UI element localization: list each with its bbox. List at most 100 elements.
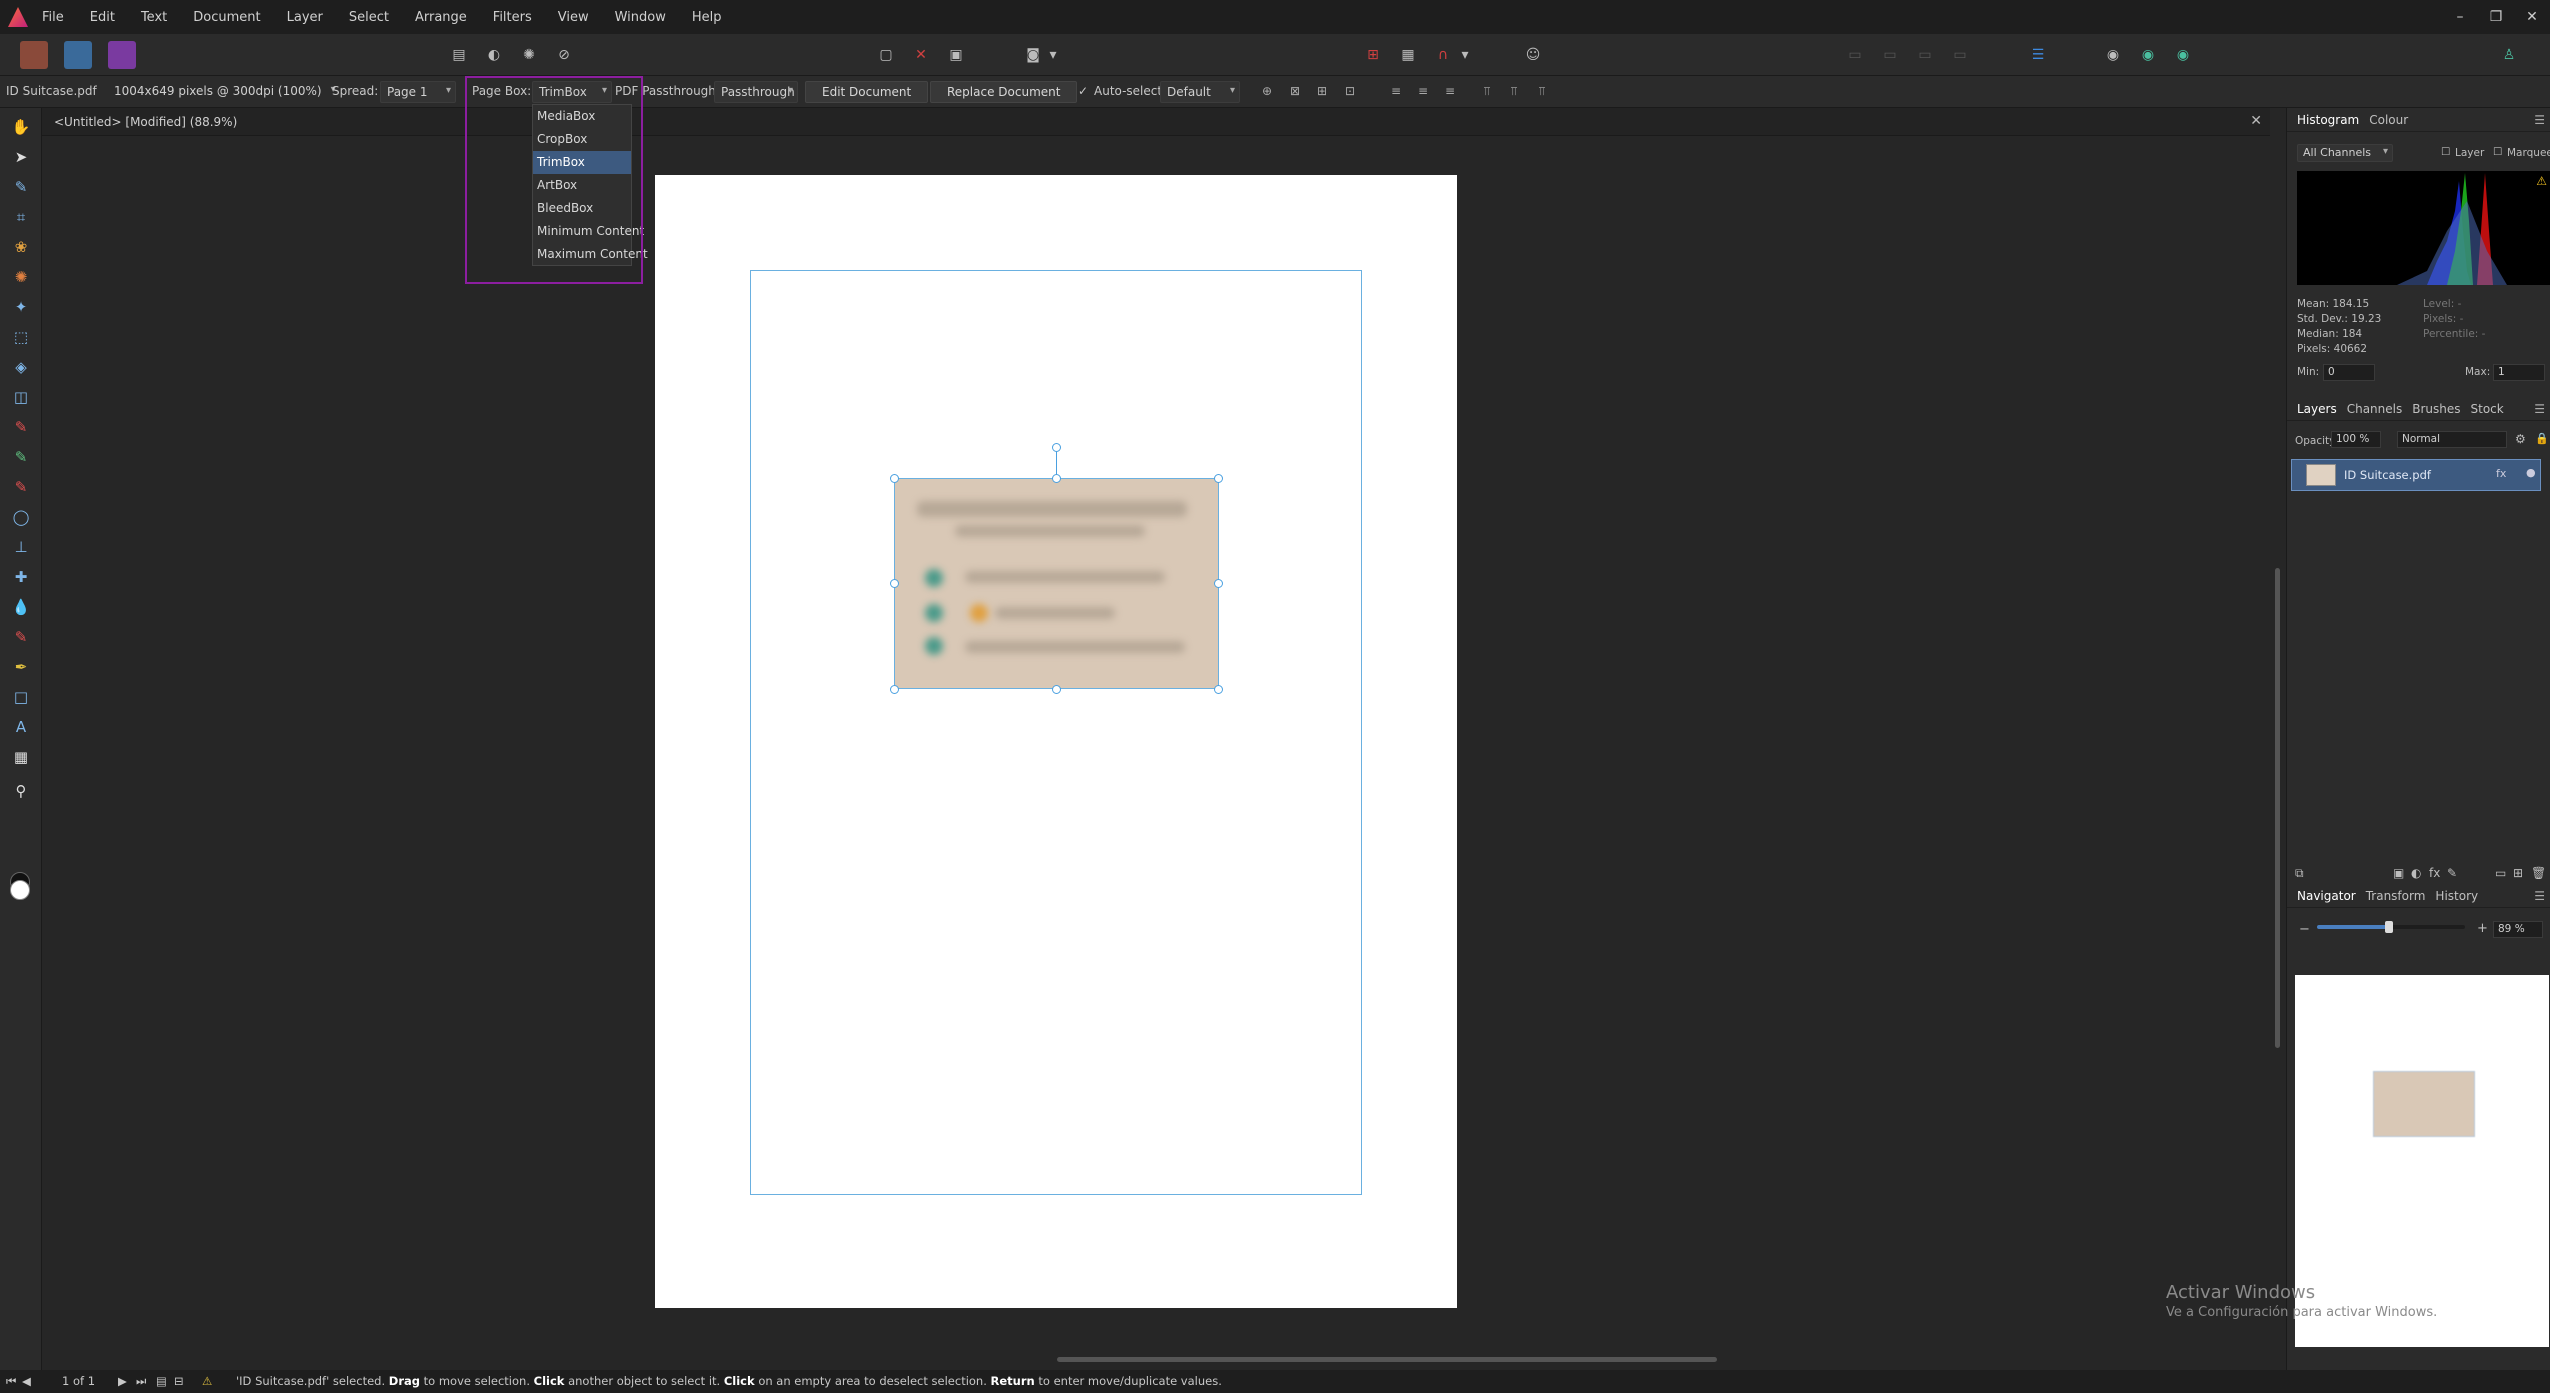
vertical-scroll-thumb[interactable]	[2275, 568, 2280, 1048]
colour-wheel-icon[interactable]: ✺	[516, 43, 542, 67]
foreground-colour-swatch[interactable]	[10, 880, 30, 900]
zoom-out-icon[interactable]: −	[2299, 922, 2310, 937]
flood-fill-icon[interactable]: ◈	[8, 354, 34, 380]
persona-tool-icon[interactable]: ❀	[8, 234, 34, 260]
menu-filters[interactable]: Filters	[493, 10, 532, 25]
align-middle-icon[interactable]: ⫪	[1505, 84, 1523, 100]
tab-stock[interactable]: Stock	[2471, 402, 2504, 416]
vertical-scrollbar[interactable]	[2270, 136, 2286, 1352]
align-top-icon[interactable]: ⫪	[1478, 84, 1496, 100]
align-icon[interactable]: ☰	[2025, 43, 2051, 67]
marquee-tool-icon[interactable]: ⬚	[8, 324, 34, 350]
first-page-icon[interactable]: ⏮	[6, 1374, 16, 1389]
next-page-icon[interactable]: ▶	[118, 1374, 127, 1388]
blend-mode-dropdown[interactable]: Normal	[2397, 431, 2507, 448]
fx-icon[interactable]: fx	[2496, 467, 2506, 480]
horizontal-scrollbar[interactable]	[42, 1352, 2270, 1368]
messages-icon[interactable]: ◉	[2135, 43, 2161, 67]
close-window-button[interactable]: ✕	[2514, 9, 2550, 25]
distribute-icon[interactable]: ⊞	[1313, 84, 1331, 100]
minimize-button[interactable]: –	[2442, 9, 2478, 25]
menu-layer[interactable]: Layer	[287, 10, 323, 25]
channels-dropdown[interactable]: All Channels ▾	[2297, 144, 2393, 162]
placed-pdf-image[interactable]	[894, 478, 1219, 689]
menu-arrange[interactable]: Arrange	[415, 10, 467, 25]
transform-origin-icon[interactable]: ⊕	[1258, 84, 1276, 100]
size-info-dropdown[interactable]: 1004x649 pixels @ 300dpi (100%) ▾	[108, 81, 340, 103]
delete-frame-icon[interactable]: ✕	[908, 43, 934, 67]
spread-icon[interactable]: ⊟	[174, 1374, 184, 1388]
max-field[interactable]: 1	[2493, 364, 2545, 381]
mask-icon[interactable]: ◙	[1020, 43, 1046, 67]
tab-channels[interactable]: Channels	[2347, 402, 2403, 416]
spread-dropdown[interactable]: Page 1 ▾	[380, 81, 456, 103]
live-filter-icon[interactable]: fx	[2429, 866, 2440, 880]
rotation-handle[interactable]	[1052, 443, 1061, 452]
tab-histogram[interactable]: Histogram	[2297, 113, 2359, 127]
delete-layer-icon[interactable]: 🗑	[2531, 866, 2546, 880]
menu-help[interactable]: Help	[692, 10, 722, 25]
restore-button[interactable]: ❐	[2478, 9, 2514, 25]
resize-handle-bottom[interactable]	[1052, 685, 1061, 694]
arrange-forward-icon[interactable]: ▭	[1912, 43, 1938, 67]
tab-transform[interactable]: Transform	[2366, 889, 2426, 903]
arrange-backward-icon[interactable]: ▭	[1877, 43, 1903, 67]
align-center-icon[interactable]: ≡	[1414, 84, 1432, 100]
tab-history[interactable]: History	[2435, 889, 2478, 903]
pen-tool-icon[interactable]: ✎	[8, 174, 34, 200]
tab-navigator[interactable]: Navigator	[2297, 889, 2356, 903]
magnet-icon[interactable]: ∩	[1430, 43, 1456, 67]
vector-pen-icon[interactable]: ✒	[8, 654, 34, 680]
assistant-icon[interactable]: ☺	[1520, 43, 1546, 67]
menu-edit[interactable]: Edit	[90, 10, 115, 25]
zoom-tool-icon[interactable]: ⚲	[8, 778, 34, 804]
designer-persona-icon[interactable]	[20, 41, 48, 69]
last-page-icon[interactable]: ⏭	[136, 1374, 146, 1389]
layer-row[interactable]: ID Suitcase.pdf fx ●	[2291, 459, 2541, 491]
grid-icon[interactable]: ⊡	[1341, 84, 1359, 100]
menu-view[interactable]: View	[558, 10, 589, 25]
adjustment-icon[interactable]: ◐	[2411, 866, 2421, 880]
add-layer-icon[interactable]: ⊞	[2513, 866, 2523, 880]
menu-document[interactable]: Document	[193, 10, 260, 25]
resize-handle-bottom-right[interactable]	[1214, 685, 1223, 694]
photo-persona-icon[interactable]	[64, 41, 92, 69]
mesh-warp-icon[interactable]: ▦	[8, 744, 34, 770]
preflight-status-icon[interactable]: ⚠	[202, 1374, 212, 1388]
arrange-back-icon[interactable]: ▭	[1842, 43, 1868, 67]
opacity-field[interactable]: 100 %	[2331, 431, 2381, 448]
sync-icon[interactable]: ◉	[2170, 43, 2196, 67]
resize-handle-bottom-left[interactable]	[890, 685, 899, 694]
align-left-icon[interactable]: ≡	[1387, 84, 1405, 100]
red-eye-icon[interactable]: ✎	[8, 624, 34, 650]
resize-handle-left[interactable]	[890, 579, 899, 588]
hand-tool-icon[interactable]: ✋	[8, 114, 34, 140]
layer-options-icon[interactable]: ⧉	[2295, 866, 2304, 881]
dodge-tool-icon[interactable]: ◯	[8, 504, 34, 530]
tab-layers[interactable]: Layers	[2297, 402, 2337, 416]
menu-window[interactable]: Window	[615, 10, 666, 25]
align-right-icon[interactable]: ≡	[1441, 84, 1459, 100]
frame-icon[interactable]: ▢	[873, 43, 899, 67]
marquee-checkbox[interactable]: ☐	[2493, 146, 2502, 158]
resize-handle-right[interactable]	[1214, 579, 1223, 588]
rectangle-tool-icon[interactable]: □	[8, 684, 34, 710]
pixel-tool-icon[interactable]: ✎	[8, 444, 34, 470]
no-preflight-icon[interactable]: ⊘	[551, 43, 577, 67]
panel-menu-icon[interactable]: ☰	[2534, 113, 2545, 127]
document-setup-icon[interactable]: ▤	[446, 43, 472, 67]
snapping-icon[interactable]: ⊞	[1360, 43, 1386, 67]
menu-file[interactable]: File	[42, 10, 64, 25]
healing-tool-icon[interactable]: ✚	[8, 564, 34, 590]
zoom-slider-thumb[interactable]	[2385, 921, 2393, 933]
publisher-persona-icon[interactable]	[108, 41, 136, 69]
menu-select[interactable]: Select	[349, 10, 389, 25]
gradient-tool-icon[interactable]: ◫	[8, 384, 34, 410]
brush-icon[interactable]: ✎	[2447, 866, 2457, 880]
move-tool-icon[interactable]: ➤	[8, 144, 34, 170]
layer-checkbox[interactable]: ☐	[2441, 146, 2450, 158]
align-bottom-icon[interactable]: ⫪	[1533, 84, 1551, 100]
document-tab[interactable]: <Untitled> [Modified] (88.9%) ✕	[42, 108, 2270, 136]
snap-grid-icon[interactable]: ▦	[1395, 43, 1421, 67]
resize-handle-top-left[interactable]	[890, 474, 899, 483]
